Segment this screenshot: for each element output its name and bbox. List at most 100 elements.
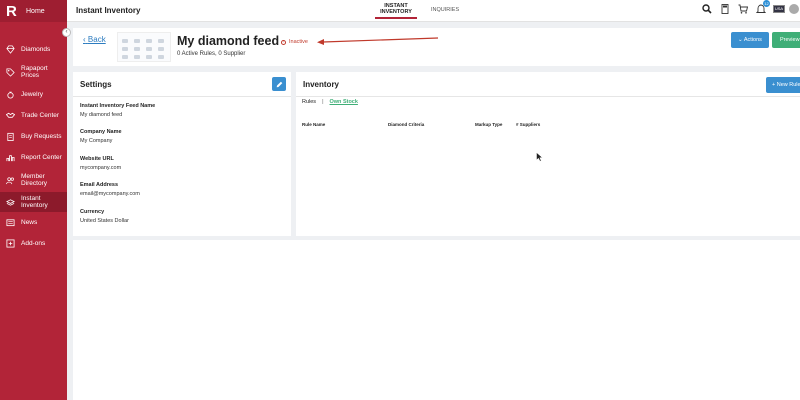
column-header-rule-name[interactable]: Rule Name [302,122,325,127]
tab-rules[interactable]: Rules [302,99,316,105]
actions-label: Actions [743,37,762,43]
annotation-arrow-icon [317,37,439,45]
handshake-icon [5,111,15,121]
mouse-cursor-icon [536,152,543,162]
sidebar-item-label: Member Directory [21,173,48,187]
sidebar-item-label: Rapaport Prices [21,65,48,79]
field-label: Currency [80,209,105,215]
field-email-address: Email Address email@mycompany.com [80,182,140,197]
top-icons: 12 USA [695,0,800,15]
chevron-left-icon: ‹ [65,29,68,35]
new-rule-button[interactable]: + New Rule [766,77,800,93]
notification-badge: 12 [763,0,770,7]
divider [73,96,291,97]
cart-button[interactable] [737,3,749,15]
sidebar-item-jewelry[interactable]: Jewelry [0,84,67,105]
field-value: email@mycompany.com [80,191,140,197]
sidebar-item-label: Diamonds [21,45,51,53]
flag-icon: USA [773,5,785,13]
field-company-name: Company Name My Company [80,129,122,144]
info-icon: ! [281,39,286,45]
cart-icon [738,4,748,14]
field-label: Company Name [80,129,122,135]
calculator-button[interactable] [719,3,731,15]
status-label: Inactive [289,39,308,45]
back-label: Back [87,35,106,44]
sidebar-item-label: Jewelry [21,91,44,98]
calculator-icon [721,4,729,14]
sidebar-item-news[interactable]: News [0,212,67,233]
sidebar-item-add-ons[interactable]: Add-ons [0,233,67,254]
content-area [73,240,800,400]
diamond-icon [5,44,15,54]
sidebar-item-label: Buy Requests [21,133,62,140]
actions-button[interactable]: ⌄ Actions [731,32,769,48]
inventory-card: Inventory + New Rule Rules | Own Stock R… [296,72,800,236]
sidebar-item-member-directory[interactable]: Member Directory [0,168,67,192]
sidebar-item-label: Report Center [21,154,62,161]
notifications-button[interactable]: 12 [755,0,770,15]
sidebar-item-label: Trade Center [21,112,60,119]
field-label: Email Address [80,182,119,188]
field-value: My Company [80,138,113,144]
sidebar-collapse-button[interactable]: ‹ [62,28,71,37]
bar-chart-icon [5,153,15,163]
status-badge: ! Inactive [281,39,308,45]
sidebar-item-instant-inventory[interactable]: Instant Inventory [0,192,67,212]
logo: R [6,2,17,20]
field-value: United States Dollar [80,218,129,224]
field-currency: Currency United States Dollar [80,209,129,224]
edit-settings-button[interactable] [272,77,286,91]
feed-summary: 0 Active Rules, 0 Supplier [177,51,246,57]
field-feed-name: Instant Inventory Feed Name My diamond f… [80,103,155,118]
back-link[interactable]: ‹ Back [83,35,106,44]
sidebar-item-buy-requests[interactable]: Buy Requests [0,126,67,147]
inventory-title: Inventory [303,80,340,89]
sidebar-item-label: Add-ons [21,240,46,247]
search-button[interactable] [701,3,713,15]
home-label: Home [26,7,45,15]
field-label: Instant Inventory Feed Name [80,103,156,109]
feed-header: ‹ Back My diamond feed ! Inactive 0 Acti… [73,28,800,66]
sidebar-item-label: Instant Inventory [21,195,48,209]
chevron-left-icon: ‹ [83,35,86,44]
language-flag-button[interactable]: USA [773,3,785,15]
column-header-markup-type[interactable]: Markup Type [475,122,502,127]
ring-icon [5,90,15,100]
sidebar-item-trade-center[interactable]: Trade Center [0,105,67,126]
user-avatar-button[interactable] [788,3,800,15]
preview-button[interactable]: Preview [772,32,800,48]
sidebar-item-diamonds[interactable]: Diamonds [0,38,67,60]
app-title: Instant Inventory [76,6,141,15]
tab-separator: | [322,99,324,105]
sidebar-item-rapaport-prices[interactable]: Rapaport Prices [0,60,67,84]
sidebar-home[interactable]: R Home [0,0,67,22]
sidebar-item-report-center[interactable]: Report Center [0,147,67,168]
sidebar: R Home Diamonds Rapaport Prices Jewelry … [0,0,67,400]
inventory-subtabs: Rules | Own Stock [302,99,358,105]
tab-instant-inventory[interactable]: INSTANT INVENTORY [375,3,417,19]
people-icon [5,175,15,185]
column-header-diamond-criteria[interactable]: Diamond Criteria [388,122,424,127]
field-label: Website URL [80,156,114,162]
feed-preview-thumbnail [117,32,171,62]
settings-card: Settings Instant Inventory Feed Name My … [73,72,291,236]
price-tag-icon [5,67,15,77]
tab-own-stock[interactable]: Own Stock [330,99,358,105]
pencil-icon [276,81,282,87]
avatar [789,4,799,14]
field-website-url: Website URL mycompany.com [80,156,121,171]
field-value: mycompany.com [80,165,122,171]
field-value: My diamond feed [80,112,123,118]
newspaper-icon [5,218,15,228]
plus-box-icon [5,239,15,249]
sidebar-item-label: News [21,219,38,226]
tab-inquiries[interactable]: INQUIRIES [431,7,459,13]
column-header-suppliers[interactable]: # Suppliers [516,122,540,127]
chevron-down-icon: ⌄ [738,37,743,43]
divider [296,96,800,97]
settings-title: Settings [80,80,112,89]
feed-title: My diamond feed [177,34,280,48]
search-icon [702,4,712,14]
top-bar: Instant Inventory INSTANT INVENTORY INQU… [67,0,800,22]
